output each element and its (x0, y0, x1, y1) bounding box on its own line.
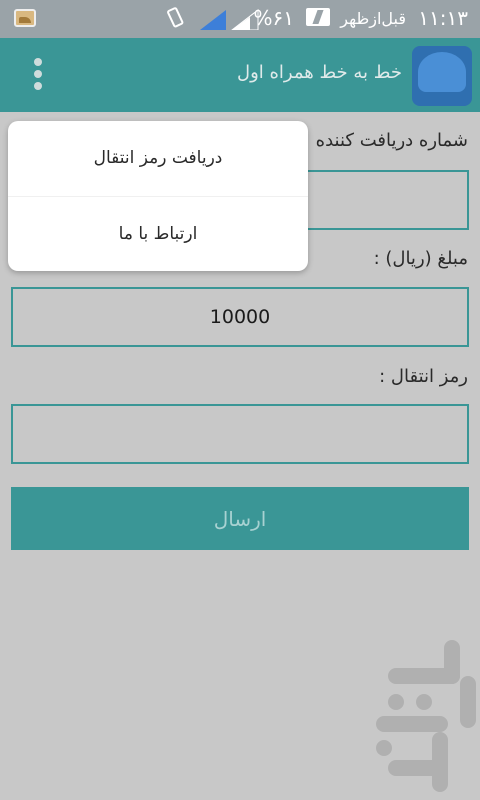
menu-item-get-transfer-pin[interactable]: دریافت رمز انتقال (8, 121, 308, 196)
transfer-pin-input[interactable] (11, 404, 469, 464)
amount-input[interactable] (11, 287, 469, 347)
pin-label: رمز انتقال : (379, 366, 468, 387)
app-logo-icon (412, 46, 472, 106)
am-pm-label: قبل‌ازظهر (340, 9, 406, 28)
gallery-notification-icon (14, 9, 36, 27)
receiver-label: شماره دریافت کننده : (303, 130, 468, 151)
vibrate-icon (167, 7, 184, 28)
popup-menu: دریافت رمز انتقال ارتباط با ما (8, 121, 308, 271)
store-watermark-icon (376, 640, 476, 792)
clock-time: ۱۱:۱۳ (418, 6, 468, 30)
send-button[interactable]: ارسال (11, 487, 469, 550)
app-bar: خط به خط همراه اول (0, 38, 480, 112)
status-bar: %۶۱ قبل‌ازظهر ۱۱:۱۳ (0, 0, 480, 38)
battery-charging-icon (306, 8, 330, 26)
amount-label: مبلغ (ریال) : (373, 248, 468, 269)
menu-item-contact-us[interactable]: ارتباط با ما (8, 196, 308, 271)
app-title: خط به خط همراه اول (236, 62, 402, 83)
battery-percent: %۶۱ (253, 6, 295, 30)
overflow-menu-icon[interactable] (28, 58, 48, 94)
